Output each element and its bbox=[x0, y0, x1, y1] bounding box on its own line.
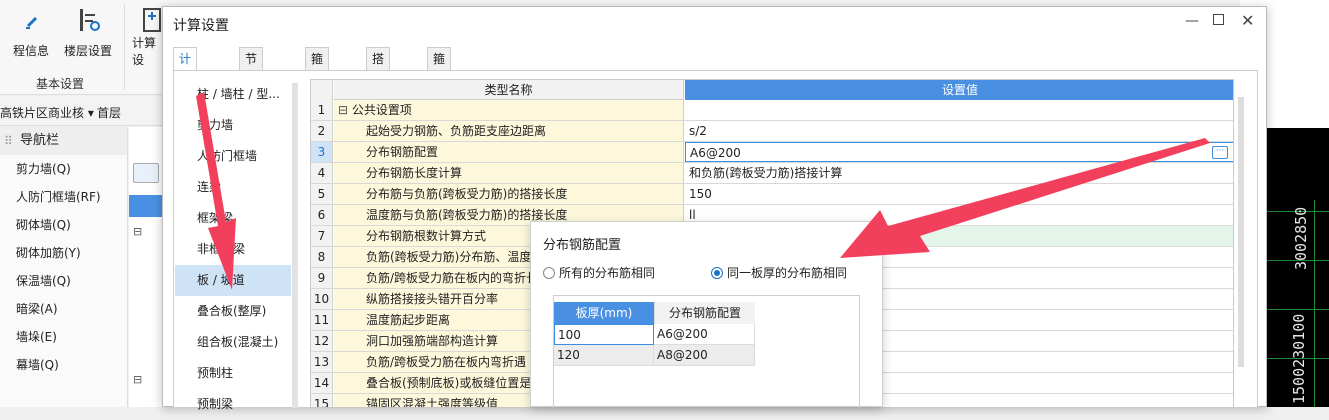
arrow-to-radio-option bbox=[840, 138, 1210, 258]
arrow-to-board-category bbox=[196, 92, 236, 290]
annotation-arrows bbox=[196, 92, 1210, 290]
